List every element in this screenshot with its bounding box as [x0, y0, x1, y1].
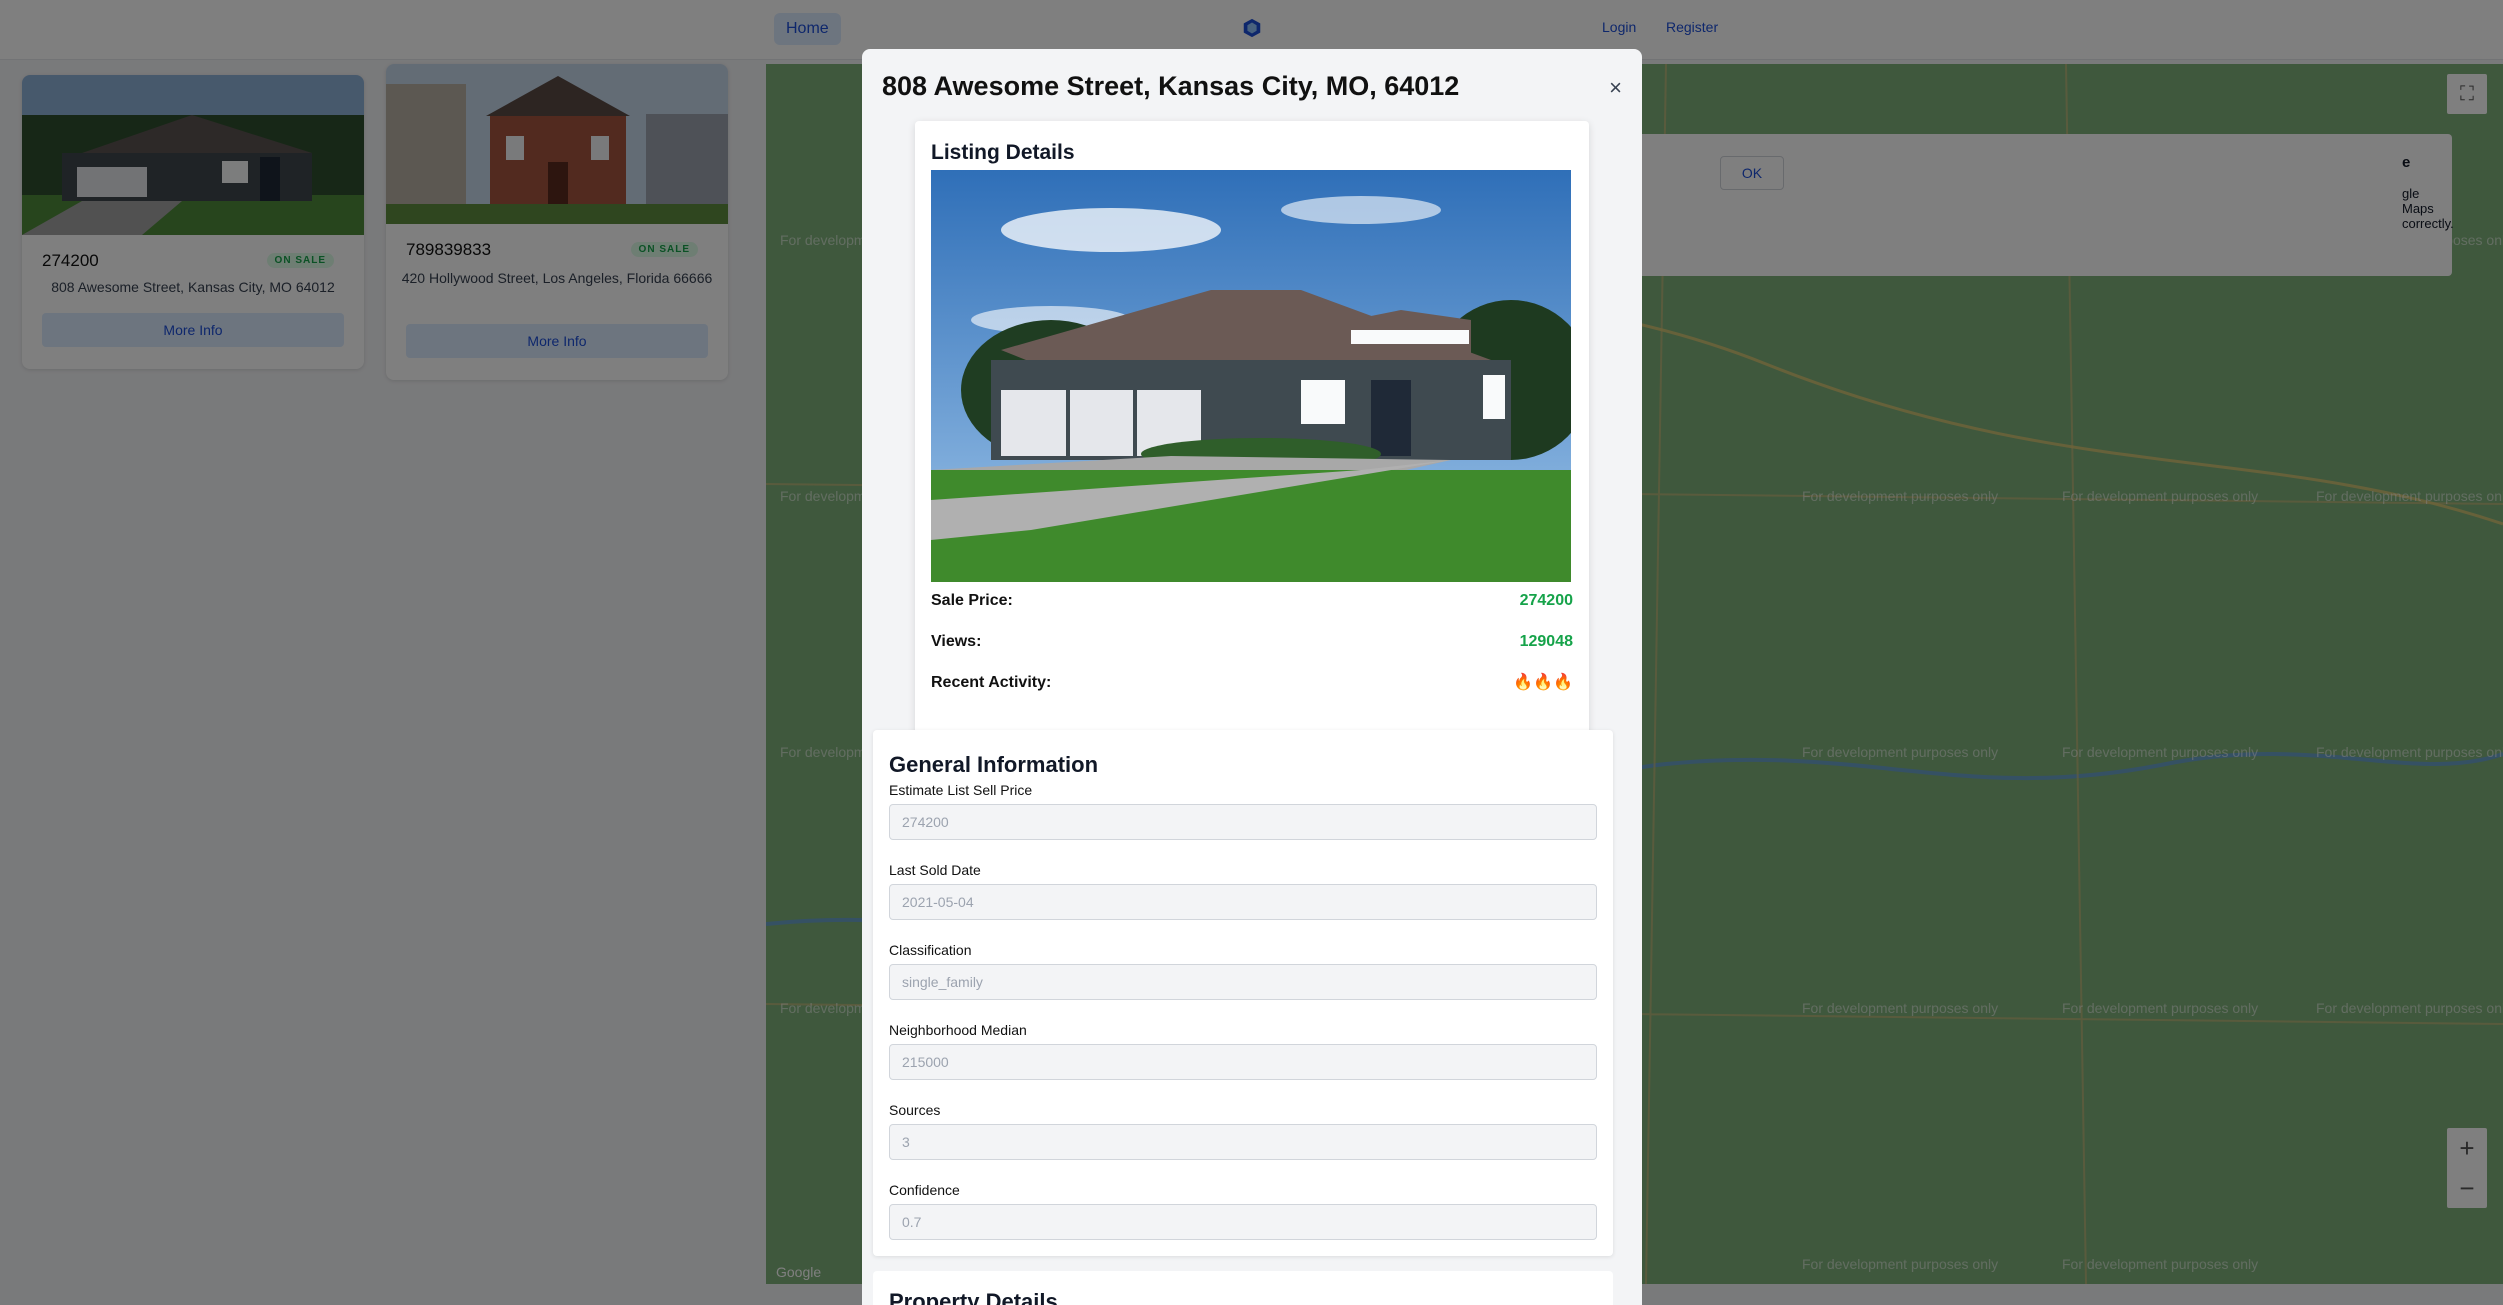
- modal-title: 808 Awesome Street, Kansas City, MO, 640…: [882, 71, 1460, 101]
- confidence-field[interactable]: [889, 1204, 1597, 1240]
- recent-activity-label: Recent Activity:: [931, 674, 1052, 691]
- general-information-card: General Information Estimate List Sell P…: [873, 730, 1613, 1256]
- sources-field[interactable]: [889, 1124, 1597, 1160]
- neighborhood-median-field[interactable]: [889, 1044, 1597, 1080]
- general-information-heading: General Information: [889, 752, 1099, 777]
- neighborhood-median-label: Neighborhood Median: [889, 1022, 1027, 1038]
- last-sold-date-field[interactable]: [889, 884, 1597, 920]
- last-sold-date-label: Last Sold Date: [889, 862, 981, 878]
- estimate-list-sell-price-field[interactable]: [889, 804, 1597, 840]
- classification-field[interactable]: [889, 964, 1597, 1000]
- listing-details-heading: Listing Details: [931, 141, 1075, 164]
- sources-label: Sources: [889, 1102, 941, 1118]
- listing-modal: 808 Awesome Street, Kansas City, MO, 640…: [862, 49, 1642, 1305]
- sale-price-value: 274200: [1519, 592, 1573, 609]
- confidence-label: Confidence: [889, 1182, 960, 1198]
- estimate-list-sell-price-label: Estimate List Sell Price: [889, 782, 1033, 798]
- fire-icon: 🔥🔥🔥: [1513, 674, 1573, 691]
- listing-photo: [931, 170, 1571, 582]
- listing-details-card: Listing Details Sale Price: 274200 Views…: [915, 121, 1589, 751]
- sale-price-label: Sale Price:: [931, 592, 1013, 609]
- views-label: Views:: [931, 633, 982, 650]
- property-details-heading: Property Details: [889, 1289, 1058, 1305]
- views-value: 129048: [1519, 633, 1573, 650]
- close-icon[interactable]: ×: [1609, 75, 1622, 101]
- property-details-card: Property Details: [873, 1271, 1613, 1305]
- classification-label: Classification: [889, 942, 972, 958]
